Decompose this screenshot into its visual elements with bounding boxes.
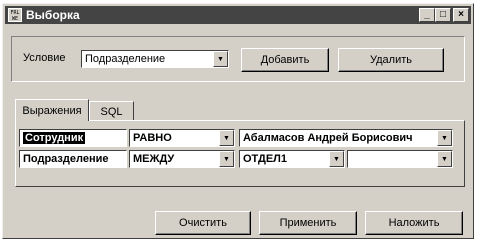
window-title: Выборка (26, 8, 80, 22)
chevron-down-icon[interactable]: ▼ (219, 130, 234, 146)
field-name: Сотрудник (23, 132, 86, 144)
dialog-window: FRL WE Выборка _ □ × Условие Подразделен… (2, 3, 474, 239)
tab-sql[interactable]: SQL (89, 101, 134, 121)
value-text: Абалмасов Андрей Борисович (243, 132, 413, 144)
delete-button[interactable]: Удалить (338, 48, 444, 72)
minimize-icon: _ (424, 9, 430, 20)
operator-value: МЕЖДУ (133, 153, 175, 165)
close-icon: × (458, 9, 464, 20)
condition-value: Подразделение (85, 53, 166, 65)
close-button[interactable]: × (453, 8, 469, 22)
add-button[interactable]: Добавить (241, 48, 329, 72)
condition-label: Условие (23, 52, 66, 64)
value-select-2-from[interactable]: ОТДЕЛ1 ▼ (239, 150, 345, 168)
apply-button[interactable]: Применить (259, 211, 357, 235)
condition-select[interactable]: Подразделение ▼ (81, 50, 229, 68)
app-icon: FRL WE (8, 8, 22, 22)
field-cell-department[interactable]: Подразделение (19, 150, 127, 168)
impose-button[interactable]: Наложить (365, 211, 463, 235)
field-name: Подразделение (23, 153, 109, 165)
field-cell-employee[interactable]: Сотрудник (19, 129, 127, 147)
chevron-down-icon[interactable]: ▼ (213, 51, 228, 67)
value-select-1[interactable]: Абалмасов Андрей Борисович ▼ (239, 129, 453, 147)
chevron-down-icon[interactable]: ▼ (437, 130, 452, 146)
value-select-2-to[interactable]: ▼ (347, 150, 453, 168)
maximize-button[interactable]: □ (435, 8, 451, 22)
chevron-down-icon[interactable]: ▼ (437, 151, 452, 167)
value-text: ОТДЕЛ1 (243, 153, 288, 165)
chevron-down-icon[interactable]: ▼ (219, 151, 234, 167)
operator-select-2[interactable]: МЕЖДУ ▼ (129, 150, 235, 168)
clear-button[interactable]: Очистить (155, 211, 251, 235)
chevron-down-icon[interactable]: ▼ (329, 151, 344, 167)
operator-value: РАВНО (133, 132, 172, 144)
minimize-button[interactable]: _ (419, 8, 435, 22)
tab-expressions[interactable]: Выражения (15, 99, 89, 121)
operator-select-1[interactable]: РАВНО ▼ (129, 129, 235, 147)
maximize-icon: □ (439, 9, 447, 20)
title-bar[interactable]: FRL WE Выборка _ □ × (5, 6, 471, 24)
